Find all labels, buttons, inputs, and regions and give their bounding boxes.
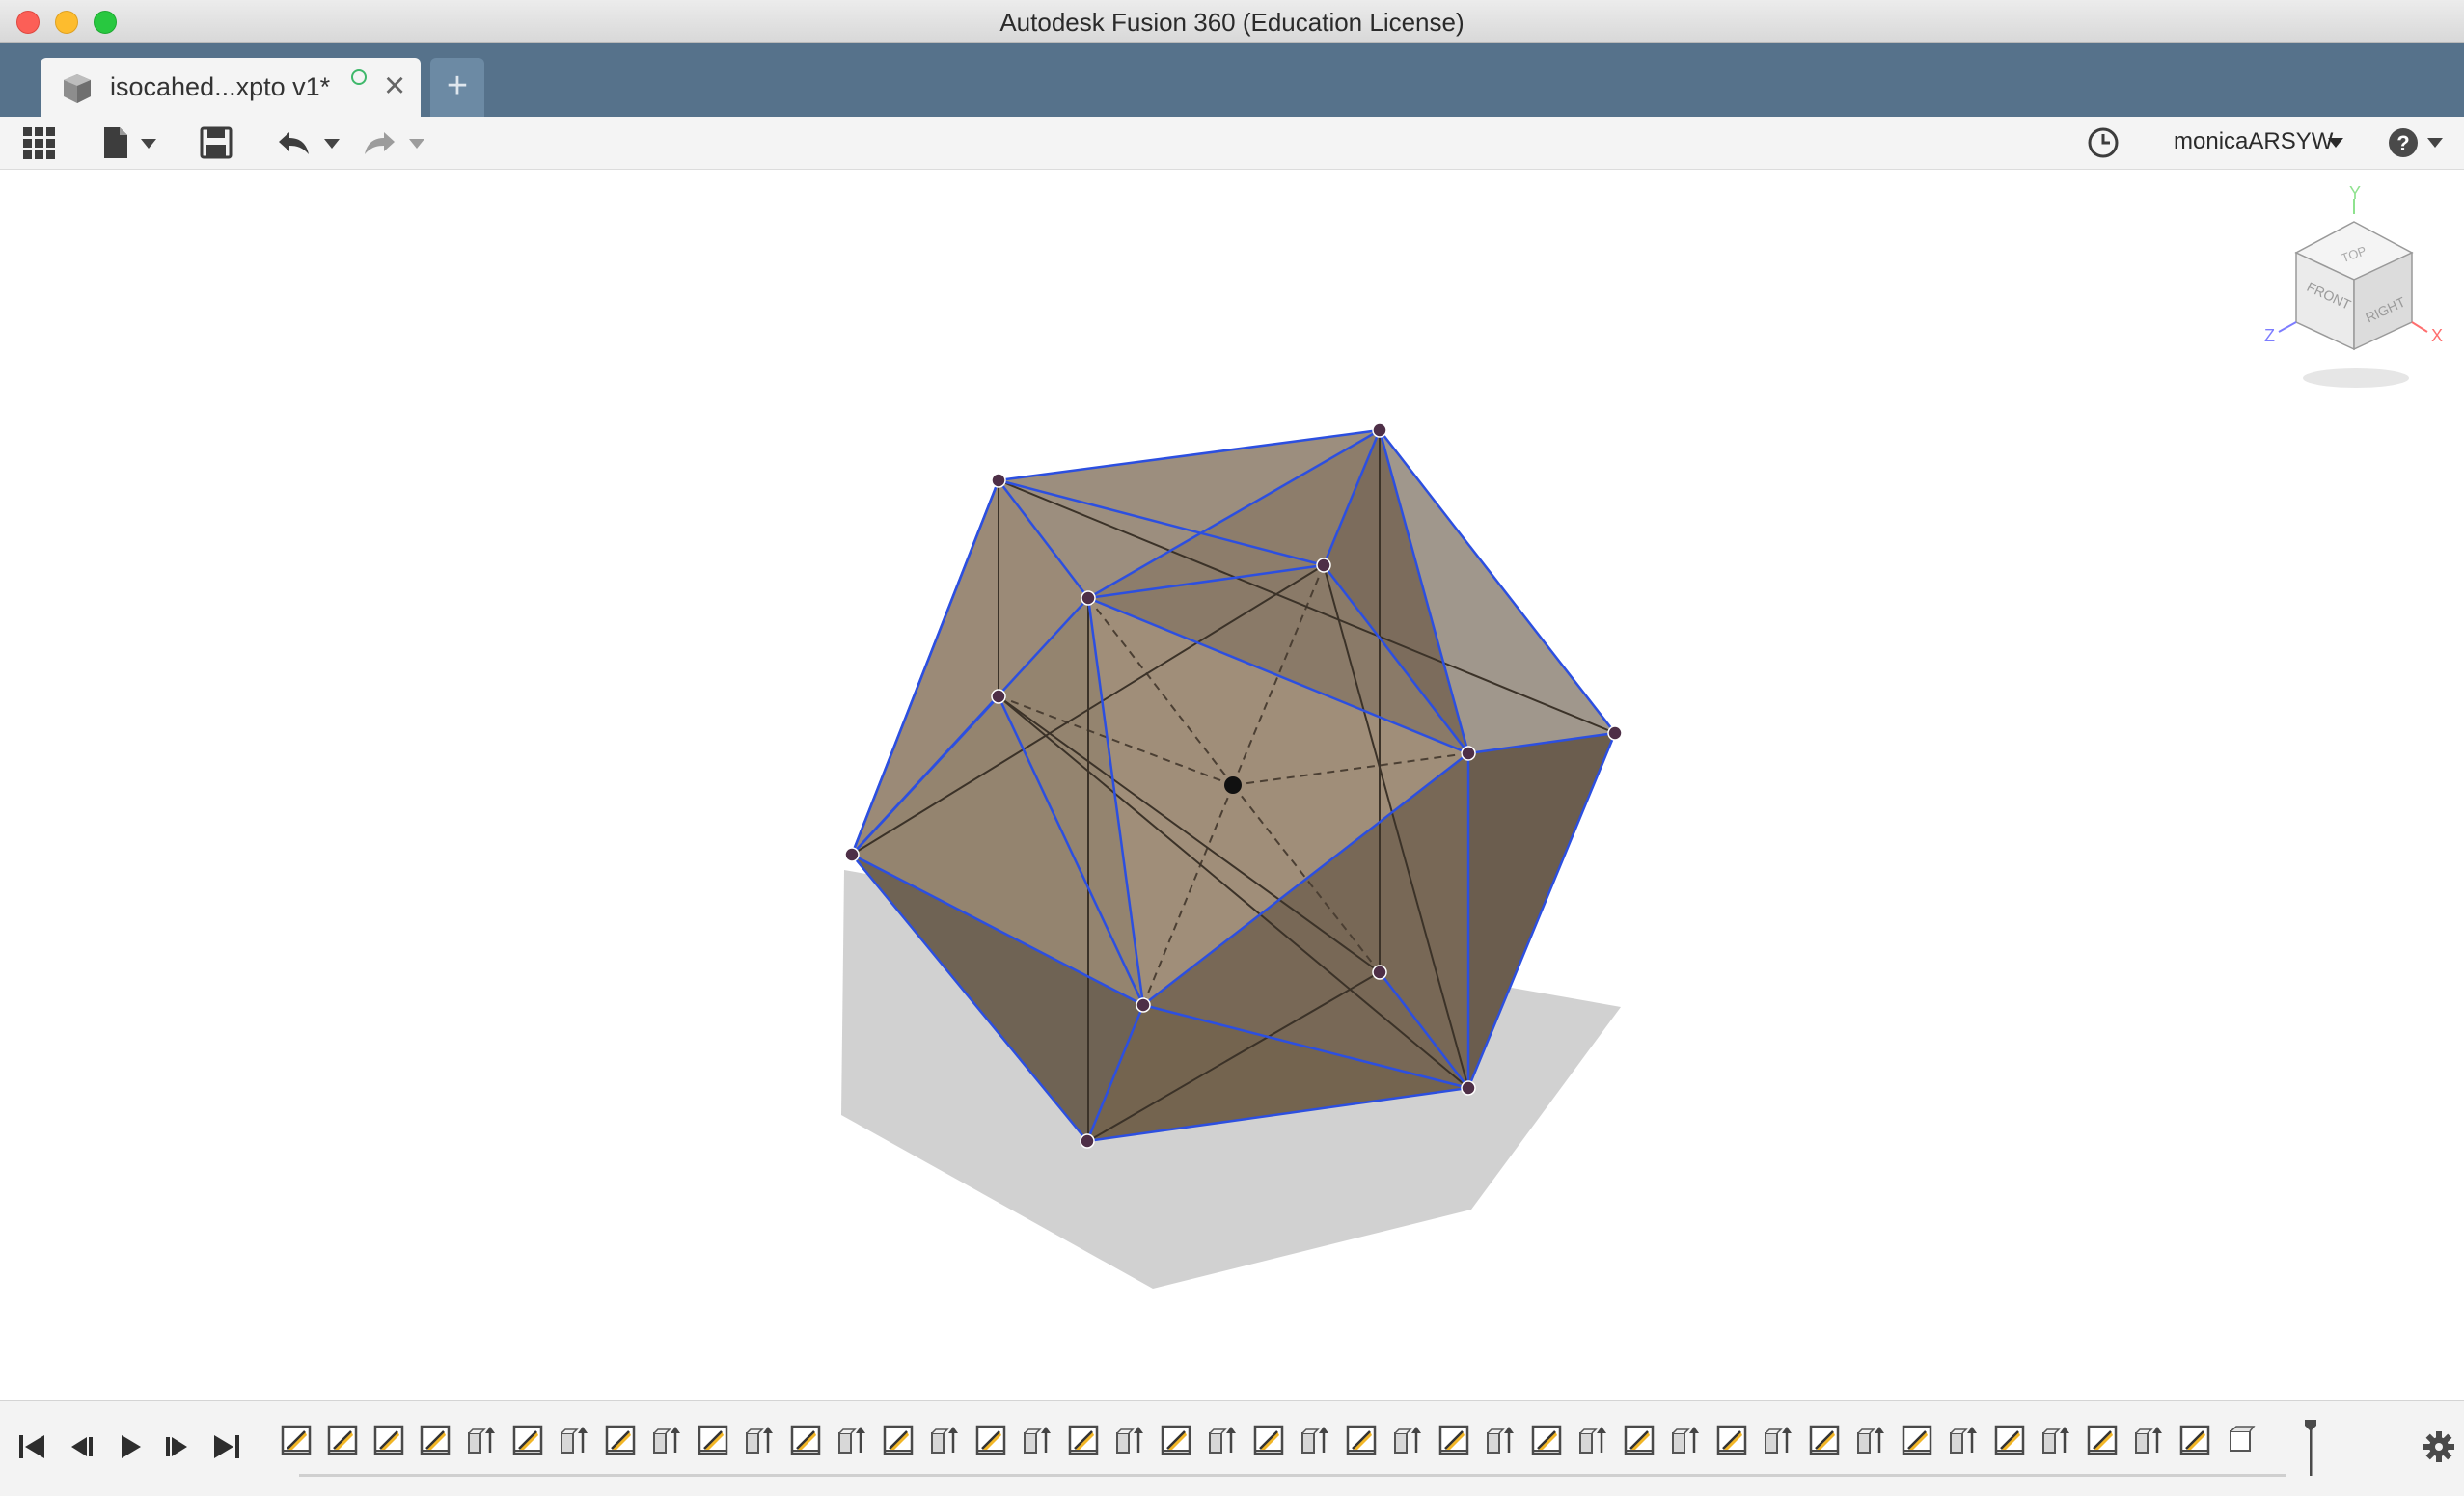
timeline-extrude-feature-icon[interactable] — [743, 1424, 776, 1456]
box-document-icon — [64, 74, 91, 103]
undo-menu-caret-icon[interactable] — [324, 139, 340, 149]
file-menu-caret-icon[interactable] — [141, 139, 156, 149]
view-cube-shadow — [2303, 368, 2409, 388]
timeline-extrude-feature-icon[interactable] — [1947, 1424, 1980, 1456]
vertex-point — [1372, 422, 1387, 438]
step-back-icon[interactable] — [62, 1428, 100, 1466]
quick-access-toolbar: monicaARSYW ? — [0, 117, 2464, 170]
timeline-track[interactable] — [299, 1474, 2286, 1477]
timeline-sketch-feature-icon[interactable] — [419, 1424, 452, 1456]
svg-text:?: ? — [2396, 131, 2409, 155]
help-icon[interactable]: ? — [2387, 124, 2420, 161]
sync-circle-icon — [351, 69, 367, 85]
title-bar: Autodesk Fusion 360 (Education License) — [0, 0, 2464, 43]
timeline-sketch-feature-icon[interactable] — [511, 1424, 544, 1456]
timeline-extrude-feature-icon[interactable] — [558, 1424, 590, 1456]
timeline-sketch-feature-icon[interactable] — [1623, 1424, 1656, 1456]
timeline-extrude-feature-icon[interactable] — [1669, 1424, 1702, 1456]
skip-to-end-icon[interactable] — [206, 1428, 245, 1466]
vertex-point — [1607, 725, 1623, 741]
vertex-point — [1461, 746, 1476, 761]
timeline-sketch-feature-icon[interactable] — [280, 1424, 313, 1456]
vertex-point — [1080, 1133, 1095, 1149]
vertex-point — [1081, 590, 1096, 606]
timeline-extrude-feature-icon[interactable] — [928, 1424, 961, 1456]
play-icon[interactable] — [110, 1428, 149, 1466]
document-tab-title: isocahed...xpto v1* — [110, 72, 331, 101]
timeline-body-feature-icon[interactable] — [2225, 1424, 2258, 1456]
timeline-sketch-feature-icon[interactable] — [2178, 1424, 2211, 1456]
redo-menu-caret-icon[interactable] — [409, 139, 424, 149]
undo-icon[interactable] — [276, 124, 313, 161]
timeline-extrude-feature-icon[interactable] — [1113, 1424, 1146, 1456]
timeline-extrude-feature-icon[interactable] — [650, 1424, 683, 1456]
timeline-sketch-feature-icon[interactable] — [1715, 1424, 1748, 1456]
timeline-sketch-feature-icon[interactable] — [604, 1424, 637, 1456]
clock-icon[interactable] — [2085, 124, 2122, 161]
timeline-sketch-feature-icon[interactable] — [1437, 1424, 1470, 1456]
step-forward-icon[interactable] — [158, 1428, 197, 1466]
timeline-extrude-feature-icon[interactable] — [465, 1424, 498, 1456]
vertex-point — [991, 689, 1006, 704]
vertex-point — [1136, 997, 1151, 1013]
timeline-extrude-feature-icon[interactable] — [1576, 1424, 1609, 1456]
canvas-viewport[interactable]: Y TOP FRONT RIGHT Z X — [0, 170, 2464, 1400]
timeline-sketch-feature-icon[interactable] — [1345, 1424, 1378, 1456]
timeline-sketch-feature-icon[interactable] — [697, 1424, 729, 1456]
app-grid-icon[interactable] — [21, 124, 58, 161]
vertex-point — [1461, 1080, 1476, 1096]
timeline-extrude-feature-icon[interactable] — [1299, 1424, 1331, 1456]
save-icon[interactable] — [199, 124, 233, 161]
timeline-extrude-feature-icon[interactable] — [2040, 1424, 2072, 1456]
timeline-sketch-feature-icon[interactable] — [1530, 1424, 1563, 1456]
document-tab[interactable]: isocahed...xpto v1* × — [41, 58, 421, 117]
timeline-sketch-feature-icon[interactable] — [882, 1424, 915, 1456]
timeline-extrude-feature-icon[interactable] — [835, 1424, 868, 1456]
timeline-sketch-feature-icon[interactable] — [1160, 1424, 1192, 1456]
timeline-sketch-feature-icon[interactable] — [1993, 1424, 2026, 1456]
file-icon[interactable] — [100, 124, 131, 161]
skip-to-start-icon[interactable] — [14, 1428, 52, 1466]
vertex-point — [991, 473, 1006, 488]
help-menu-caret-icon[interactable] — [2427, 138, 2443, 148]
timeline-sketch-feature-icon[interactable] — [1808, 1424, 1841, 1456]
view-cube[interactable]: Y TOP FRONT RIGHT Z X — [2258, 185, 2455, 393]
gear-icon[interactable] — [2422, 1429, 2456, 1464]
redo-icon[interactable] — [361, 124, 397, 161]
timeline-sketch-feature-icon[interactable] — [326, 1424, 359, 1456]
timeline-sketch-feature-icon[interactable] — [2086, 1424, 2119, 1456]
timeline-extrude-feature-icon[interactable] — [1021, 1424, 1054, 1456]
timeline-extrude-feature-icon[interactable] — [1854, 1424, 1887, 1456]
user-account-menu[interactable]: monicaARSYW — [2174, 128, 2333, 155]
timeline-sketch-feature-icon[interactable] — [974, 1424, 1007, 1456]
timeline-extrude-feature-icon[interactable] — [1484, 1424, 1517, 1456]
vertex-point — [844, 847, 860, 862]
y-axis-label: Y — [2349, 185, 2361, 203]
timeline-extrude-feature-icon[interactable] — [1391, 1424, 1424, 1456]
z-axis-line — [2278, 321, 2297, 333]
timeline-sketch-feature-icon[interactable] — [1067, 1424, 1100, 1456]
timeline-extrude-feature-icon[interactable] — [1762, 1424, 1794, 1456]
center-point — [1224, 776, 1242, 794]
vertex-point — [1372, 965, 1387, 980]
timeline-sketch-feature-icon[interactable] — [789, 1424, 822, 1456]
timeline-extrude-feature-icon[interactable] — [2132, 1424, 2165, 1456]
close-tab-button[interactable]: × — [384, 68, 405, 104]
vertex-point — [1316, 558, 1331, 573]
timeline-extrude-feature-icon[interactable] — [1206, 1424, 1239, 1456]
model-canvas[interactable] — [0, 170, 2464, 1400]
timeline-sketch-feature-icon[interactable] — [372, 1424, 405, 1456]
new-tab-button[interactable]: + — [430, 58, 484, 117]
timeline-marker[interactable] — [2305, 1420, 2316, 1476]
window-title: Autodesk Fusion 360 (Education License) — [999, 8, 1465, 37]
timeline-sketch-feature-icon[interactable] — [1252, 1424, 1285, 1456]
timeline-sketch-feature-icon[interactable] — [1901, 1424, 1933, 1456]
x-axis-label: X — [2431, 326, 2443, 345]
timeline-bar — [0, 1400, 2464, 1496]
z-axis-label: Z — [2264, 326, 2275, 345]
user-menu-caret-icon[interactable] — [2328, 138, 2343, 148]
document-tab-bar: isocahed...xpto v1* × + — [0, 43, 2464, 117]
x-axis-line — [2411, 321, 2428, 333]
